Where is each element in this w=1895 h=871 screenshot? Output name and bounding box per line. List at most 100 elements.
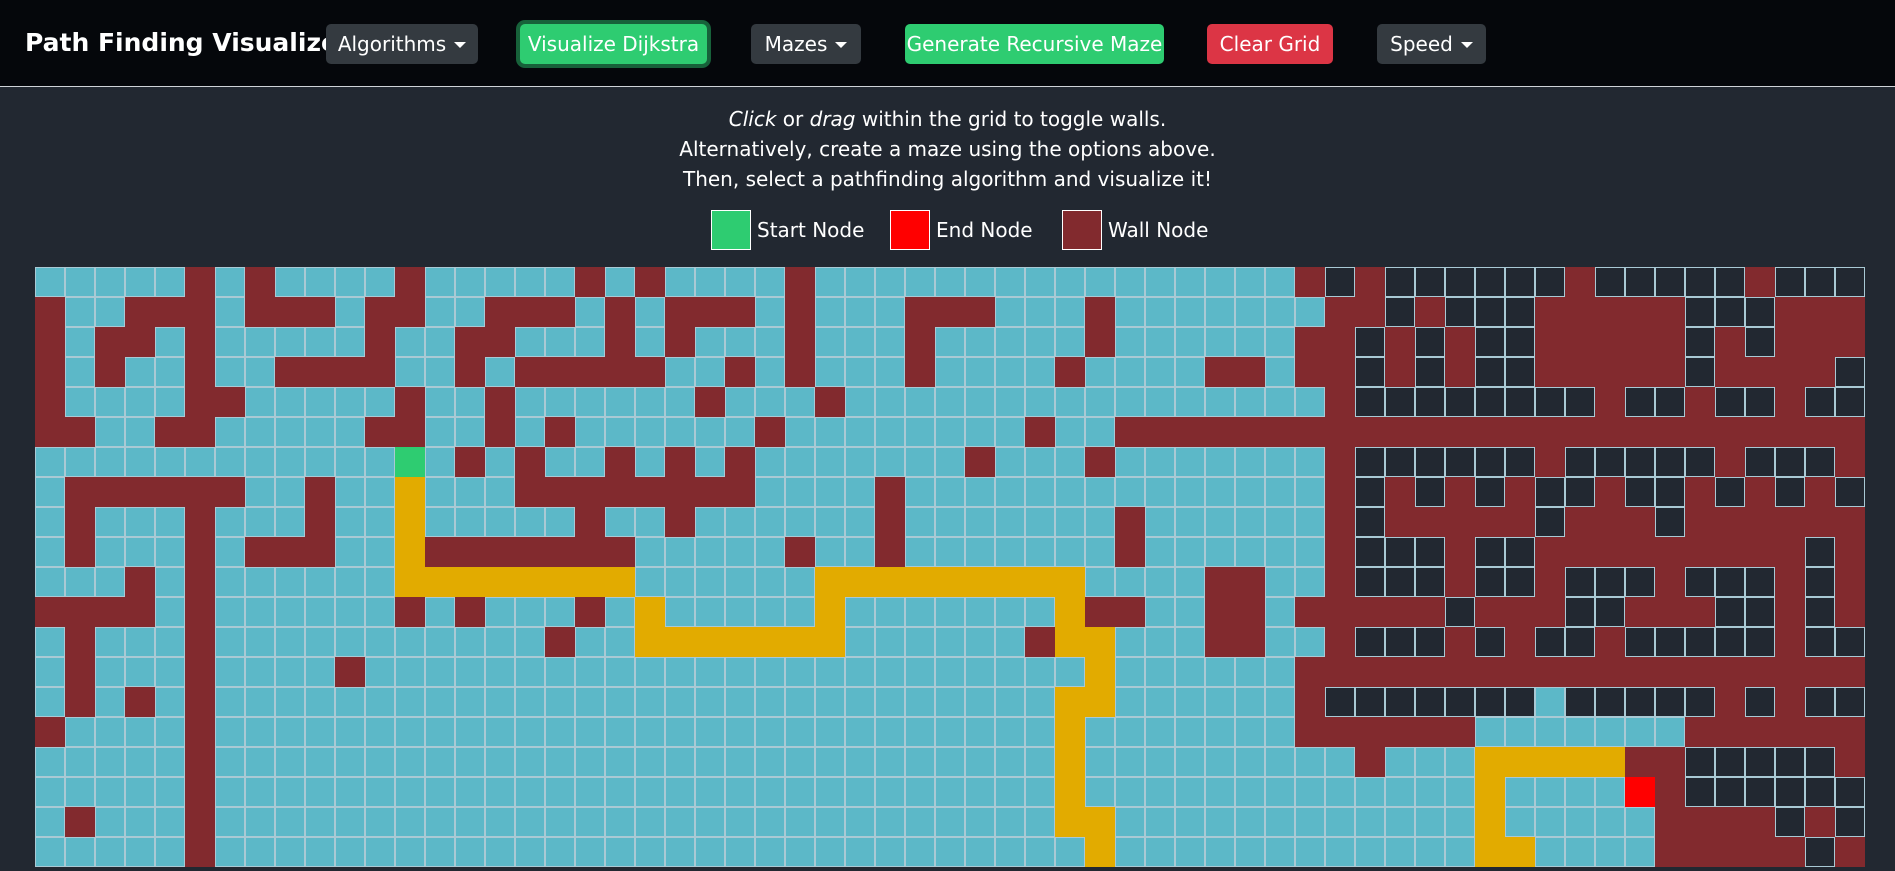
visited-node[interactable]: [635, 507, 665, 537]
visited-node[interactable]: [875, 297, 905, 327]
path-node[interactable]: [1025, 567, 1055, 597]
wall-node[interactable]: [1235, 417, 1265, 447]
visited-node[interactable]: [875, 747, 905, 777]
visited-node[interactable]: [455, 297, 485, 327]
wall-node[interactable]: [545, 417, 575, 447]
visited-node[interactable]: [845, 597, 875, 627]
visited-node[interactable]: [1295, 777, 1325, 807]
path-node[interactable]: [725, 627, 755, 657]
visited-node[interactable]: [1265, 357, 1295, 387]
visited-node[interactable]: [995, 357, 1025, 387]
visited-node[interactable]: [455, 747, 485, 777]
wall-node[interactable]: [215, 387, 245, 417]
unvisited-node[interactable]: [1445, 267, 1475, 297]
visited-node[interactable]: [1145, 447, 1175, 477]
visited-node[interactable]: [605, 597, 635, 627]
unvisited-node[interactable]: [1625, 627, 1655, 657]
path-node[interactable]: [395, 567, 425, 597]
wall-node[interactable]: [185, 777, 215, 807]
wall-node[interactable]: [1565, 267, 1595, 297]
unvisited-node[interactable]: [1385, 447, 1415, 477]
visited-node[interactable]: [875, 357, 905, 387]
visited-node[interactable]: [515, 687, 545, 717]
visited-node[interactable]: [305, 417, 335, 447]
visited-node[interactable]: [1025, 447, 1055, 477]
visited-node[interactable]: [545, 327, 575, 357]
visited-node[interactable]: [545, 837, 575, 867]
visited-node[interactable]: [1235, 807, 1265, 837]
visited-node[interactable]: [485, 717, 515, 747]
visited-node[interactable]: [425, 477, 455, 507]
visited-node[interactable]: [365, 717, 395, 747]
wall-node[interactable]: [185, 687, 215, 717]
path-node[interactable]: [395, 477, 425, 507]
visited-node[interactable]: [935, 807, 965, 837]
visited-node[interactable]: [95, 747, 125, 777]
unvisited-node[interactable]: [1415, 687, 1445, 717]
visited-node[interactable]: [1235, 327, 1265, 357]
visited-node[interactable]: [395, 357, 425, 387]
visited-node[interactable]: [1085, 747, 1115, 777]
wall-node[interactable]: [785, 327, 815, 357]
visited-node[interactable]: [305, 567, 335, 597]
visited-node[interactable]: [785, 387, 815, 417]
visited-node[interactable]: [215, 507, 245, 537]
visited-node[interactable]: [455, 777, 485, 807]
unvisited-node[interactable]: [1625, 477, 1655, 507]
wall-node[interactable]: [1295, 717, 1325, 747]
visited-node[interactable]: [245, 357, 275, 387]
visited-node[interactable]: [575, 657, 605, 687]
visited-node[interactable]: [665, 837, 695, 867]
visited-node[interactable]: [335, 297, 365, 327]
wall-node[interactable]: [185, 267, 215, 297]
visited-node[interactable]: [305, 837, 335, 867]
visited-node[interactable]: [35, 777, 65, 807]
visited-node[interactable]: [1595, 717, 1625, 747]
visited-node[interactable]: [1235, 387, 1265, 417]
visited-node[interactable]: [605, 417, 635, 447]
wall-node[interactable]: [1085, 297, 1115, 327]
wall-node[interactable]: [365, 357, 395, 387]
visited-node[interactable]: [455, 717, 485, 747]
visited-node[interactable]: [515, 717, 545, 747]
visited-node[interactable]: [1085, 777, 1115, 807]
wall-node[interactable]: [785, 297, 815, 327]
unvisited-node[interactable]: [1805, 267, 1835, 297]
wall-node[interactable]: [575, 537, 605, 567]
visited-node[interactable]: [1265, 807, 1295, 837]
unvisited-node[interactable]: [1745, 687, 1775, 717]
path-node[interactable]: [815, 567, 845, 597]
unvisited-node[interactable]: [1685, 627, 1715, 657]
wall-node[interactable]: [1445, 327, 1475, 357]
visited-node[interactable]: [935, 267, 965, 297]
visited-node[interactable]: [905, 537, 935, 567]
visited-node[interactable]: [335, 747, 365, 777]
wall-node[interactable]: [1595, 537, 1625, 567]
visited-node[interactable]: [125, 627, 155, 657]
visited-node[interactable]: [995, 447, 1025, 477]
clear-grid-button[interactable]: Clear Grid: [1207, 24, 1333, 64]
wall-node[interactable]: [1655, 777, 1685, 807]
visited-node[interactable]: [875, 267, 905, 297]
visited-node[interactable]: [1175, 477, 1205, 507]
visited-node[interactable]: [275, 777, 305, 807]
visited-node[interactable]: [1415, 837, 1445, 867]
visited-node[interactable]: [395, 717, 425, 747]
path-node[interactable]: [1505, 747, 1535, 777]
unvisited-node[interactable]: [1415, 477, 1445, 507]
visited-node[interactable]: [875, 687, 905, 717]
visited-node[interactable]: [275, 657, 305, 687]
wall-node[interactable]: [1685, 597, 1715, 627]
wall-node[interactable]: [1415, 657, 1445, 687]
unvisited-node[interactable]: [1685, 327, 1715, 357]
wall-node[interactable]: [95, 357, 125, 387]
visited-node[interactable]: [575, 837, 605, 867]
visited-node[interactable]: [845, 837, 875, 867]
wall-node[interactable]: [1565, 327, 1595, 357]
visited-node[interactable]: [1265, 777, 1295, 807]
wall-node[interactable]: [1415, 507, 1445, 537]
visited-node[interactable]: [1025, 657, 1055, 687]
unvisited-node[interactable]: [1805, 687, 1835, 717]
wall-node[interactable]: [1775, 327, 1805, 357]
wall-node[interactable]: [1085, 447, 1115, 477]
